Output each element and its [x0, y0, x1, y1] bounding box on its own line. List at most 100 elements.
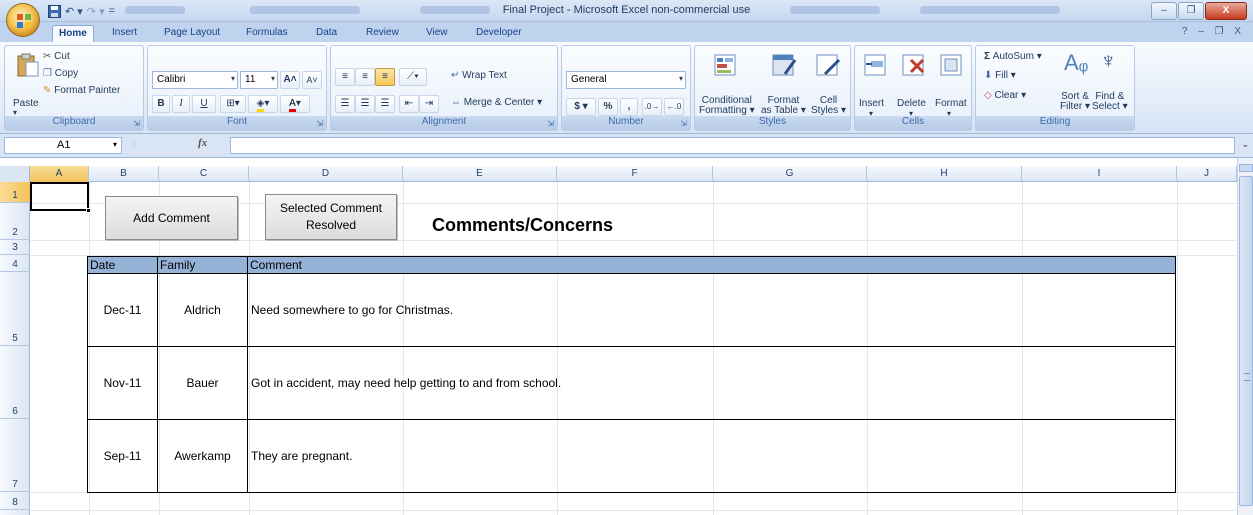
- clear-button[interactable]: ◇ Clear ▾: [984, 90, 1026, 101]
- shrink-font-button[interactable]: A˅: [302, 71, 322, 89]
- row-header-7[interactable]: 7: [0, 419, 30, 492]
- find-select-button[interactable]: Find & Select ▾: [1092, 92, 1128, 112]
- format-as-table-button[interactable]: Format as Table ▾: [761, 96, 806, 116]
- wrap-text-button[interactable]: ↵ Wrap Text: [451, 70, 507, 81]
- format-cells-button[interactable]: Format ▾: [935, 98, 967, 118]
- borders-button[interactable]: ⊞▾: [220, 95, 246, 113]
- cell-family[interactable]: Awerkamp: [157, 419, 248, 493]
- center-button[interactable]: ☰: [355, 95, 375, 113]
- insert-function-button[interactable]: fx: [198, 137, 207, 149]
- cut-button[interactable]: ✂ Cut: [43, 51, 70, 62]
- tab-home[interactable]: Home: [52, 25, 94, 42]
- paste-icon[interactable]: [15, 52, 41, 78]
- tab-insert[interactable]: Insert: [106, 25, 143, 42]
- minimize-button[interactable]: –: [1151, 2, 1177, 20]
- tab-view[interactable]: View: [420, 25, 454, 42]
- column-header-g[interactable]: G: [713, 166, 867, 182]
- orientation-button[interactable]: ⟋▾: [399, 68, 427, 86]
- active-cell-a1[interactable]: [30, 182, 91, 213]
- decrease-decimal-button[interactable]: ←.0: [664, 98, 684, 116]
- font-size-select[interactable]: 11 ▾: [240, 71, 278, 89]
- cell-date[interactable]: Nov-11: [87, 346, 158, 420]
- row-header-8[interactable]: 8: [0, 492, 30, 510]
- cell-comment[interactable]: Got in accident, may need help getting t…: [247, 346, 1176, 420]
- increase-decimal-button[interactable]: .0→: [642, 98, 662, 116]
- tab-formulas[interactable]: Formulas: [240, 25, 294, 42]
- autosum-button[interactable]: Σ AutoSum ▾: [984, 51, 1042, 62]
- align-right-button[interactable]: ☰: [375, 95, 395, 113]
- header-date[interactable]: Date: [87, 256, 158, 274]
- dialog-launcher-icon[interactable]: ⇲: [680, 119, 687, 128]
- column-header-j[interactable]: J: [1177, 166, 1237, 182]
- column-header-d[interactable]: D: [249, 166, 403, 182]
- cell-styles-button[interactable]: Cell Styles ▾: [811, 96, 846, 116]
- expand-formula-bar-icon[interactable]: ⌄: [1241, 139, 1249, 150]
- row-header-3[interactable]: 3: [0, 240, 30, 255]
- increase-indent-button[interactable]: ⇥: [419, 95, 439, 113]
- add-comment-button[interactable]: Add Comment: [105, 196, 238, 240]
- format-painter-button[interactable]: ✎ Format Painter: [43, 85, 120, 96]
- dialog-launcher-icon[interactable]: ⇲: [316, 119, 323, 128]
- fill-button[interactable]: ⬇ Fill ▾: [984, 70, 1016, 81]
- tab-review[interactable]: Review: [360, 25, 405, 42]
- row-header-6[interactable]: 6: [0, 346, 30, 419]
- ribbon-window-controls[interactable]: ? – ❐ X: [1182, 26, 1245, 37]
- header-comment[interactable]: Comment: [247, 256, 1176, 274]
- scrollbar-thumb[interactable]: [1239, 176, 1253, 506]
- cell-area[interactable]: Add Comment Selected Comment Resolved Co…: [30, 182, 1237, 515]
- conditional-formatting-button[interactable]: Conditional Formatting ▾: [699, 96, 755, 116]
- row-header-2[interactable]: 2: [0, 203, 30, 240]
- align-left-button[interactable]: ☰: [335, 95, 355, 113]
- tab-page-layout[interactable]: Page Layout: [158, 25, 226, 42]
- grow-font-button[interactable]: A˄: [280, 71, 300, 89]
- cell-family[interactable]: Bauer: [157, 346, 248, 420]
- split-box[interactable]: [1239, 164, 1253, 172]
- tab-developer[interactable]: Developer: [470, 25, 528, 42]
- comma-button[interactable]: ,: [620, 98, 638, 116]
- insert-cells-button[interactable]: Insert ▾: [859, 98, 884, 118]
- tab-data[interactable]: Data: [310, 25, 343, 42]
- merge-center-button[interactable]: ⇔ Merge & Center ▾: [451, 97, 542, 108]
- font-color-button[interactable]: A▾: [280, 95, 310, 113]
- currency-button[interactable]: $ ▾: [566, 98, 596, 116]
- column-header-f[interactable]: F: [557, 166, 713, 182]
- column-header-i[interactable]: I: [1022, 166, 1177, 182]
- resolve-comment-button[interactable]: Selected Comment Resolved: [265, 194, 397, 240]
- formula-input[interactable]: [230, 137, 1235, 154]
- column-header-h[interactable]: H: [867, 166, 1022, 182]
- align-top-button[interactable]: ≡: [335, 68, 355, 86]
- column-header-b[interactable]: B: [89, 166, 159, 182]
- fill-handle[interactable]: [86, 208, 91, 213]
- fill-color-button[interactable]: ◈▾: [248, 95, 278, 113]
- dialog-launcher-icon[interactable]: ⇲: [133, 119, 140, 128]
- cell-comment[interactable]: Need somewhere to go for Christmas.: [247, 273, 1176, 347]
- column-header-e[interactable]: E: [403, 166, 557, 182]
- cell-family[interactable]: Aldrich: [157, 273, 248, 347]
- column-header-a[interactable]: A: [30, 166, 89, 182]
- number-format-select[interactable]: General ▾: [566, 71, 686, 89]
- cell-date[interactable]: Sep-11: [87, 419, 158, 493]
- align-middle-button[interactable]: ≡: [355, 68, 375, 86]
- cell-comment[interactable]: They are pregnant.: [247, 419, 1176, 493]
- close-button[interactable]: X: [1205, 2, 1247, 20]
- row-header-4[interactable]: 4: [0, 255, 30, 272]
- select-all-corner[interactable]: [0, 166, 30, 182]
- dialog-launcher-icon[interactable]: ⇲: [547, 119, 554, 128]
- align-bottom-button[interactable]: ≡: [375, 68, 395, 86]
- name-box[interactable]: A1 ▾: [4, 137, 122, 154]
- copy-button[interactable]: ❐ Copy: [43, 68, 78, 79]
- underline-button[interactable]: U: [192, 95, 216, 113]
- decrease-indent-button[interactable]: ⇤: [399, 95, 419, 113]
- vertical-scrollbar[interactable]: [1237, 158, 1253, 515]
- percent-button[interactable]: %: [598, 98, 618, 116]
- italic-button[interactable]: I: [172, 95, 190, 113]
- cell-date[interactable]: Dec-11: [87, 273, 158, 347]
- row-header-5[interactable]: 5: [0, 272, 30, 346]
- column-header-c[interactable]: C: [159, 166, 249, 182]
- delete-cells-button[interactable]: Delete ▾: [897, 98, 926, 118]
- restore-button[interactable]: ❐: [1178, 2, 1204, 20]
- office-button[interactable]: [6, 3, 40, 37]
- header-family[interactable]: Family: [157, 256, 248, 274]
- font-family-select[interactable]: Calibri ▾: [152, 71, 238, 89]
- bold-button[interactable]: B: [152, 95, 170, 113]
